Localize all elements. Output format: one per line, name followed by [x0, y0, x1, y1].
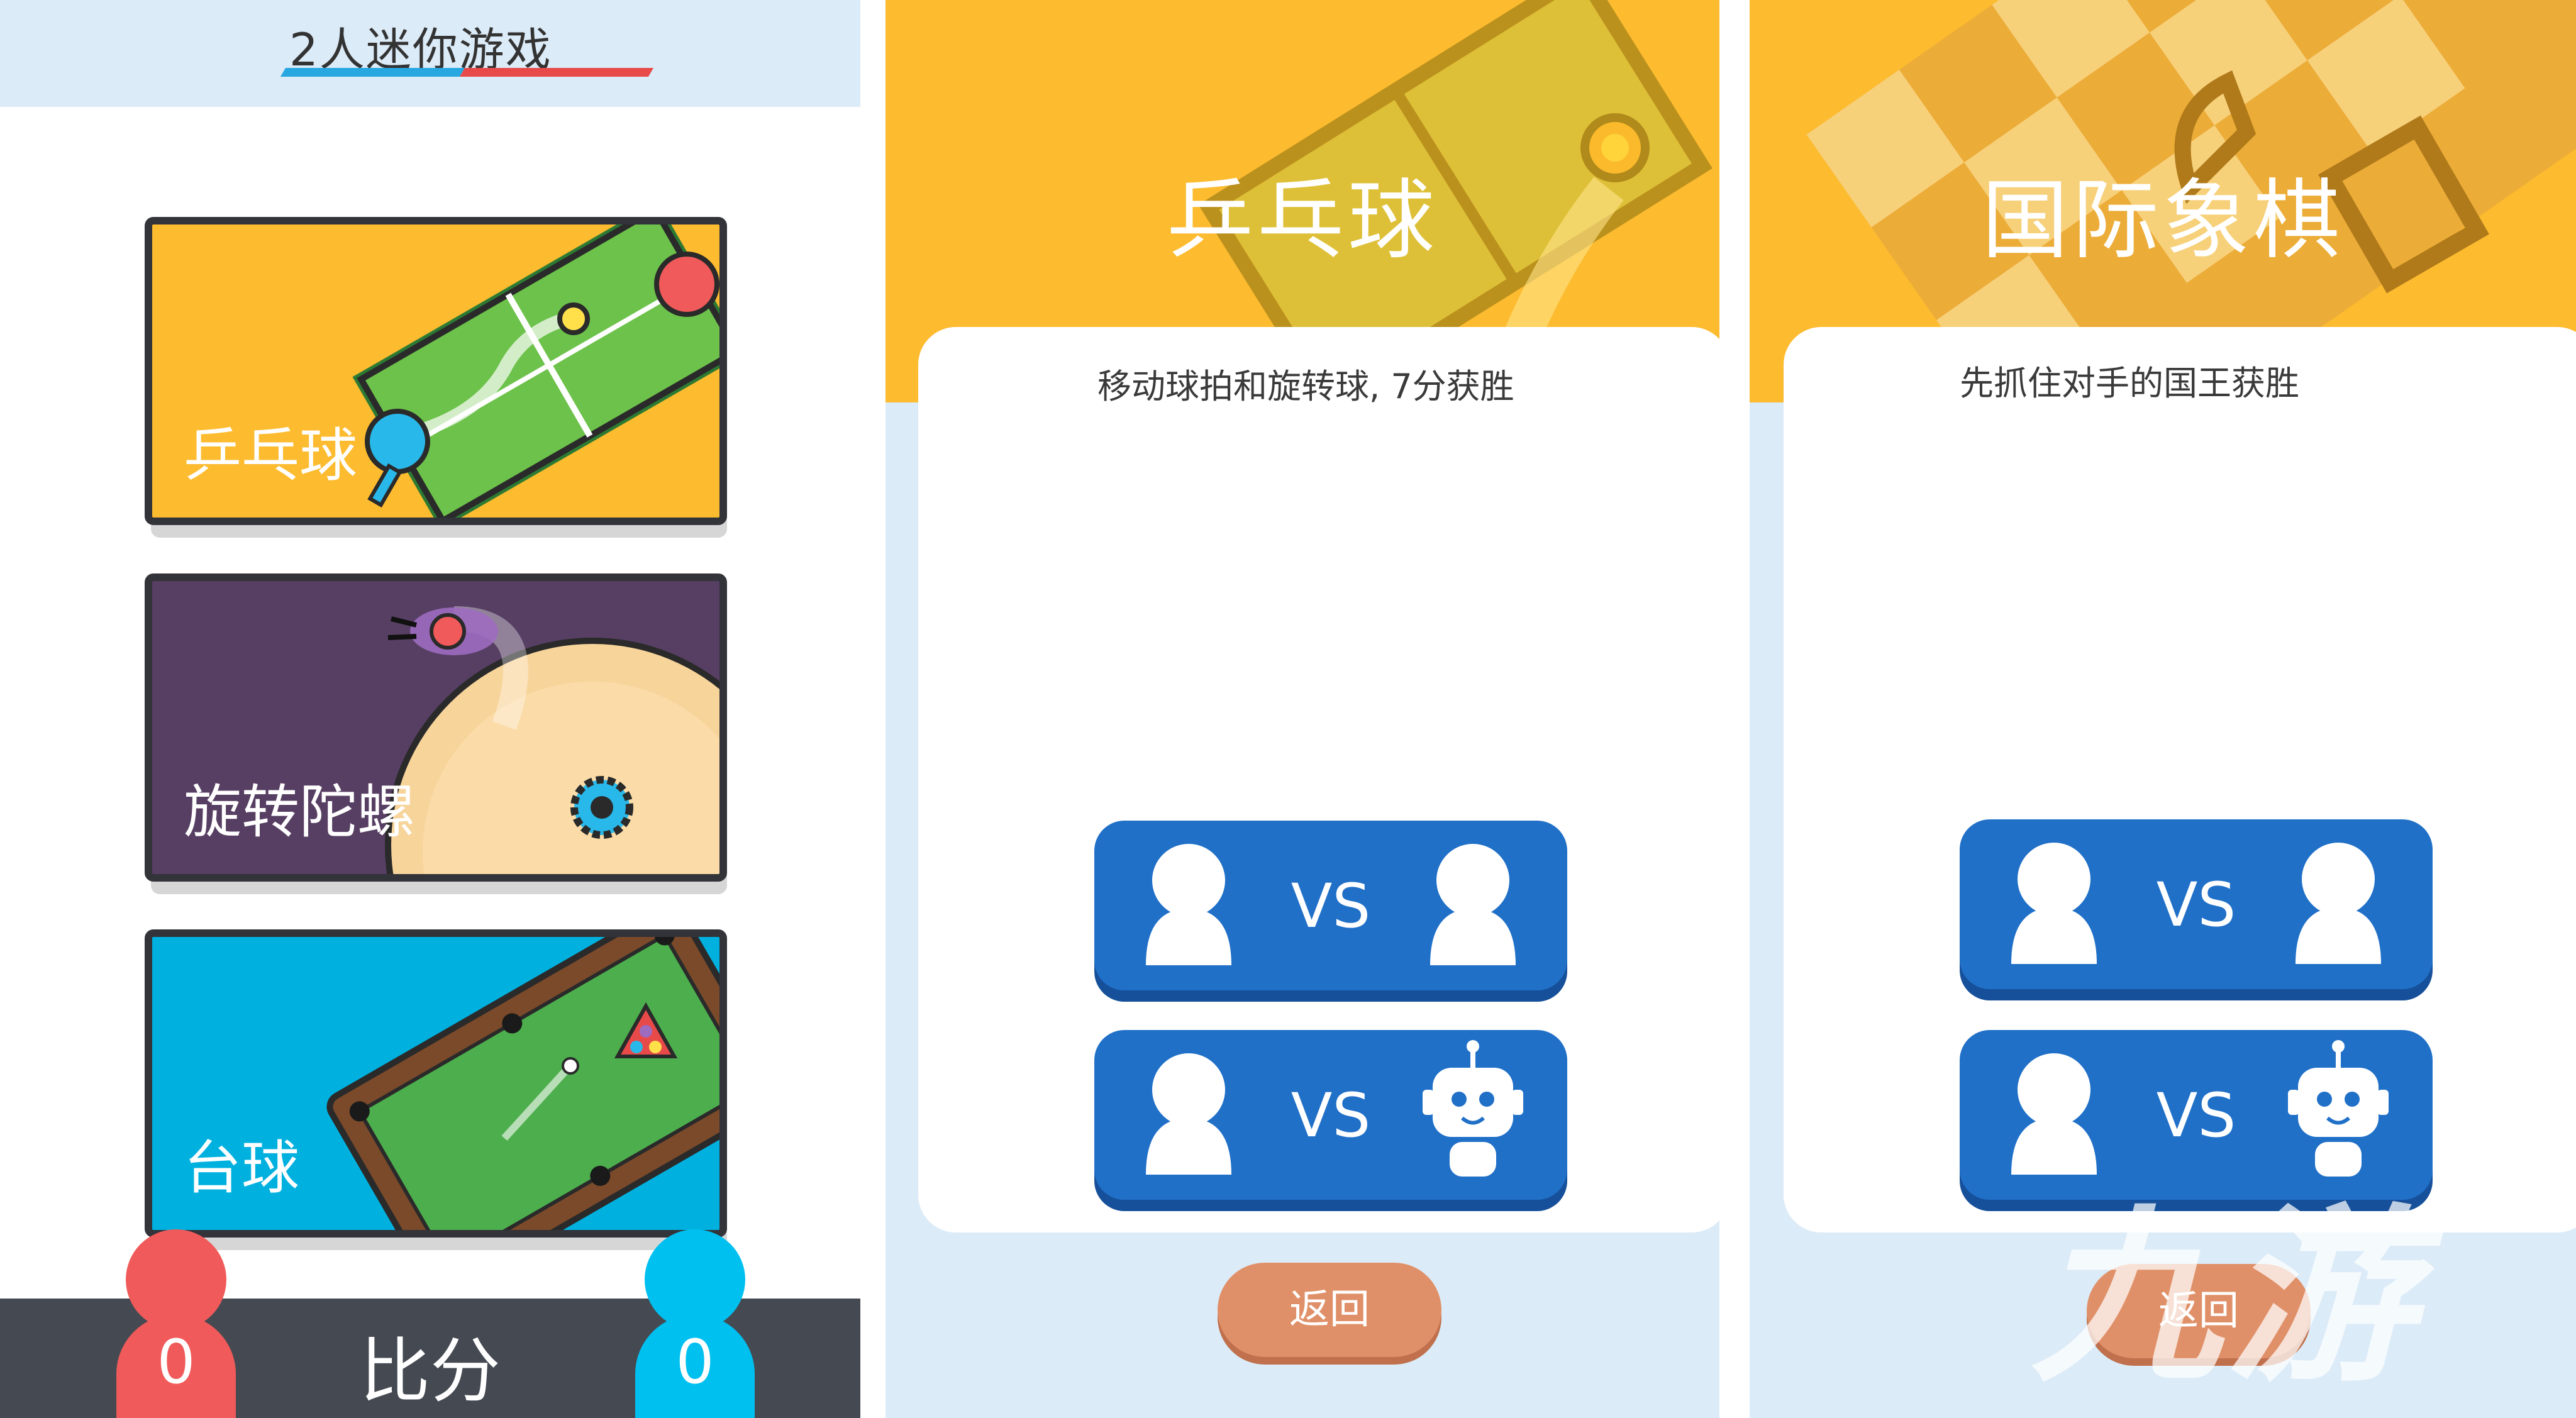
two-player-button[interactable]: VS: [1960, 819, 2433, 989]
red-score: 0: [157, 1327, 196, 1397]
game-title: 国际象棋: [1981, 170, 2344, 271]
header-bar: 2人迷你游戏: [0, 0, 860, 107]
game-menu-screen: 2人迷你游戏 乒乓球 旋转陀螺 台球 比分 0 0: [0, 0, 860, 1418]
game-label: 旋转陀螺: [184, 778, 416, 846]
title-underline-blue: [280, 68, 465, 77]
vs-label: VS: [2156, 1080, 2236, 1151]
vs-label: VS: [1291, 871, 1371, 941]
vs-ai-button[interactable]: VS: [1094, 1030, 1567, 1200]
game-label: 乒乓球: [184, 422, 358, 489]
game-label: 台球: [184, 1134, 300, 1202]
blue-score: 0: [675, 1327, 714, 1397]
game-description: 移动球拍和旋转球, 7分获胜: [1097, 367, 1514, 406]
game-card-spinning-top[interactable]: 旋转陀螺: [145, 573, 727, 882]
two-player-button[interactable]: VS: [1094, 821, 1567, 990]
mode-sheet: 先抓住对手的国王获胜 VS VS: [1784, 327, 2576, 1232]
watermark-logo: 九游: [2031, 1188, 2421, 1407]
back-button[interactable]: 返回: [1218, 1263, 1441, 1357]
vs-label: VS: [2156, 870, 2236, 940]
game-title: 乒乓球: [1166, 170, 1438, 271]
game-card-pingpong[interactable]: 乒乓球: [145, 217, 727, 525]
mode-sheet: 移动球拍和旋转球, 7分获胜 VS VS: [918, 327, 1719, 1232]
game-card-billiards[interactable]: 台球: [145, 929, 727, 1238]
game-description: 先抓住对手的国王获胜: [1960, 363, 2299, 403]
title-underline-red: [459, 68, 654, 77]
vs-label: VS: [1291, 1080, 1371, 1151]
pingpong-mode-screen: 乒乓球 移动球拍和旋转球, 7分获胜 VS VS 返回: [886, 0, 1719, 1418]
